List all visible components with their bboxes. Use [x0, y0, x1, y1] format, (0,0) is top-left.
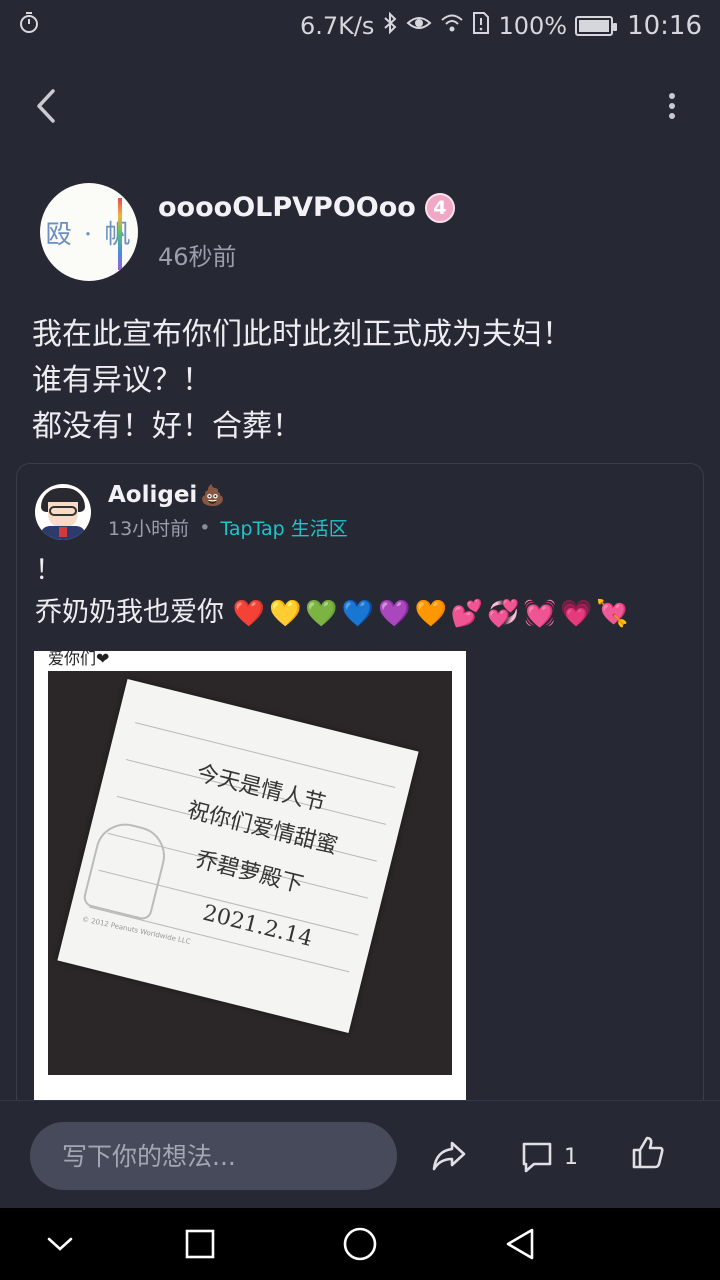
quoted-post-text: ！ 乔奶奶我也爱你 ❤️ 💛 💚 💙 💜 🧡 💕 💞 💓 💗 💘	[35, 550, 629, 634]
chevron-left-icon	[37, 89, 55, 123]
heart-emoji-icon: 💘	[596, 598, 629, 629]
heart-emoji-icon: 💕	[450, 598, 484, 629]
author-name[interactable]: ooooOLPVPOOoo	[158, 192, 416, 223]
heart-emoji-icon: 💙	[341, 598, 375, 629]
quoted-line: ！	[35, 555, 62, 586]
comment-input[interactable]	[30, 1122, 397, 1190]
more-options-button[interactable]	[660, 84, 684, 128]
bottom-action-bar: 1	[0, 1100, 720, 1208]
system-nav-bar	[0, 1208, 720, 1280]
heart-emoji-icon: 💓	[523, 598, 556, 629]
sticky-note: 今天是情人节 祝你们爱情甜蜜 乔碧萝殿下 2021.2.14 © 2012 Pe…	[57, 679, 419, 1033]
avatar-stripe	[118, 198, 122, 270]
status-bar: 6.7K/s 100% 10:16	[0, 0, 720, 52]
comment-count: 1	[564, 1144, 578, 1170]
wifi-icon	[440, 11, 464, 41]
heart-emoji-icon: 🧡	[414, 598, 447, 629]
note-text: 乔碧萝殿下	[192, 847, 306, 899]
top-nav	[0, 70, 720, 140]
clock: 10:16	[627, 11, 702, 41]
recents-button[interactable]	[180, 1224, 220, 1264]
post-photo[interactable]: 爱你们❤ 今天是情人节 祝你们爱情甜蜜 乔碧萝殿下 2021.2.14 © 20…	[34, 651, 466, 1101]
more-vertical-icon	[669, 93, 675, 119]
author-avatar[interactable]: 殴 · 帆	[40, 183, 138, 281]
note-copyright: © 2012 Peanuts Worldwide LLC	[81, 915, 192, 947]
heart-emoji-icon: 💗	[559, 598, 593, 629]
stopwatch-icon	[18, 11, 40, 41]
back-nav-button[interactable]	[500, 1224, 540, 1264]
comment-button[interactable]: 1	[520, 1137, 578, 1177]
separator-dot: •	[199, 516, 211, 539]
network-speed: 6.7K/s	[299, 12, 375, 40]
square-icon	[185, 1229, 215, 1259]
post-author: 殴 · 帆 ooooOLPVPOOoo 4 46秒前	[40, 183, 455, 281]
battery-icon	[575, 16, 618, 36]
like-button[interactable]	[630, 1135, 670, 1175]
quoted-author-avatar[interactable]	[35, 483, 91, 540]
battery-fill	[579, 20, 610, 32]
heart-emoji-icon: 💞	[487, 598, 520, 629]
circle-icon	[343, 1227, 377, 1261]
thumbs-up-icon	[632, 1136, 664, 1169]
level-badge: 4	[424, 192, 455, 223]
snoopy-drawing	[81, 817, 172, 922]
avatar-tie	[59, 526, 67, 537]
forum-link[interactable]: TapTap 生活区	[220, 514, 347, 541]
quoted-post-card[interactable]: Aoligei 💩 13小时前 • TapTap 生活区 ！ 乔奶奶我也爱你 ❤…	[16, 463, 704, 1163]
post-time: 46秒前	[158, 243, 237, 271]
bluetooth-icon	[382, 11, 398, 41]
comment-icon	[522, 1142, 552, 1173]
post-body: 我在此宣布你们此时此刻正式成为夫妇！ 谁有异议？！ 都没有！好！合葬！	[32, 312, 692, 450]
poop-icon: 💩	[200, 483, 226, 507]
heart-emoji-icon: 💜	[378, 598, 411, 629]
quoted-line: 乔奶奶我也爱你	[35, 597, 224, 628]
photo-background: 今天是情人节 祝你们爱情甜蜜 乔碧萝殿下 2021.2.14 © 2012 Pe…	[48, 671, 452, 1075]
collapse-button[interactable]	[40, 1224, 80, 1264]
eye-icon	[406, 11, 432, 41]
heart-emoji-icon: ❤️	[232, 598, 265, 629]
chevron-down-icon	[47, 1237, 73, 1251]
post-line: 都没有！好！合葬！	[32, 409, 302, 444]
quoted-author-name[interactable]: Aoligei	[108, 482, 197, 508]
quoted-author: Aoligei 💩 13小时前 • TapTap 生活区	[35, 482, 348, 541]
sim-alert-icon	[472, 11, 490, 41]
quoted-post-time: 13小时前	[108, 518, 190, 540]
post-line: 谁有异议？！	[32, 363, 212, 398]
post-line: 我在此宣布你们此时此刻正式成为夫妇！	[32, 317, 572, 352]
triangle-back-icon	[506, 1228, 534, 1260]
back-button[interactable]	[24, 84, 68, 128]
hearts-row: ❤️ 💛 💚 💙 💜 🧡 💕 💞 💓 💗 💘	[233, 599, 629, 629]
share-icon	[432, 1141, 466, 1171]
photo-caption: 爱你们❤	[48, 651, 110, 668]
battery-percent: 100%	[498, 12, 568, 40]
avatar-glasses	[49, 505, 77, 516]
home-button[interactable]	[340, 1224, 380, 1264]
share-button[interactable]	[430, 1137, 470, 1177]
heart-emoji-icon: 💚	[305, 598, 338, 629]
heart-emoji-icon: 💛	[268, 598, 302, 629]
